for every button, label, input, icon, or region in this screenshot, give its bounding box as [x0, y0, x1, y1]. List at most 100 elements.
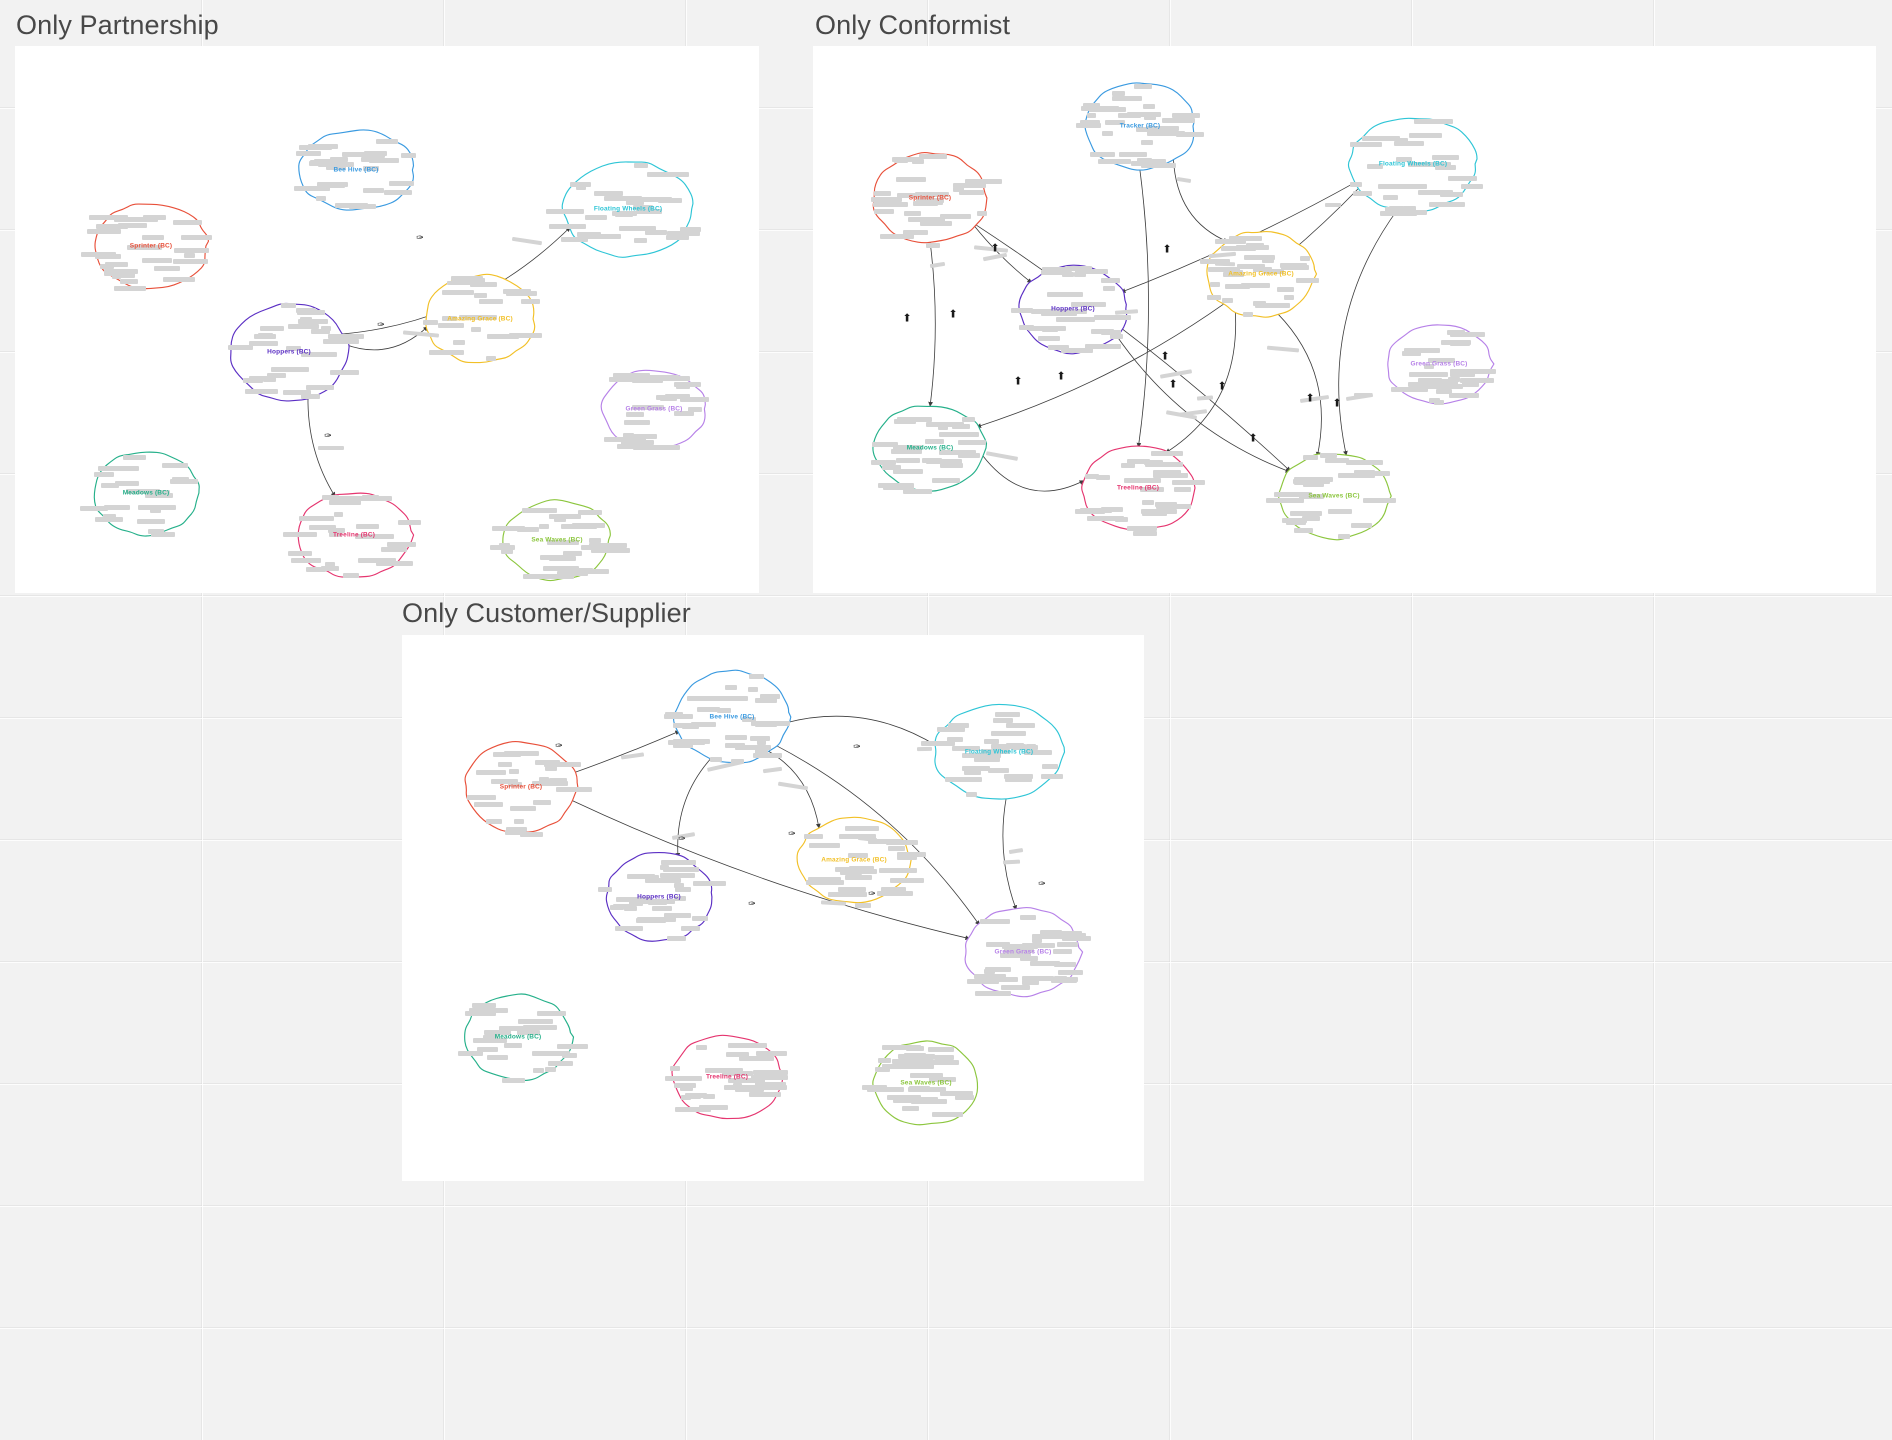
- redacted-text-bar: [1151, 451, 1184, 457]
- bounded-context-label: Sprinter (BC): [908, 194, 952, 202]
- relationship-marker-conformist[interactable]: ⬆: [990, 243, 999, 254]
- redacted-text-bar: [1413, 118, 1453, 124]
- redacted-text-bar: [695, 1045, 707, 1051]
- redacted-text-bar: [988, 768, 1009, 774]
- panel-title-only-partnership: Only Partnership: [16, 10, 219, 40]
- bounded-context-label: Bee Hive (BC): [333, 166, 379, 174]
- relationship-marker-conformist[interactable]: ⬆: [948, 309, 957, 320]
- redacted-text-bar: [330, 157, 348, 163]
- diagram-canvas-only-customer-supplier[interactable]: Sprinter (BC) Bee Hive (BC) Floating Wheel…: [402, 635, 1144, 1181]
- redacted-text-bar: [317, 182, 349, 188]
- redacted-text-bar: [1209, 282, 1221, 287]
- bounded-context-label: Sea Waves (BC): [531, 536, 583, 544]
- relationship-marker-conformist[interactable]: ⬆: [902, 313, 911, 324]
- redacted-text-bar: [1207, 295, 1221, 301]
- relationship-marker-conformist[interactable]: ⬆: [1056, 371, 1065, 382]
- redacted-text-bar: [562, 550, 582, 556]
- redacted-text-bar: [1391, 387, 1429, 393]
- relationship-marker-conformist[interactable]: ⬆: [1160, 351, 1169, 362]
- redacted-text-bar: [919, 154, 948, 160]
- redacted-text-bar: [874, 1067, 890, 1073]
- relationship-marker-conformist[interactable]: ⬆: [1305, 393, 1314, 404]
- redacted-text-bar: [334, 512, 344, 518]
- relationship-marker-customer-supplier[interactable]: ✑: [868, 890, 876, 900]
- redacted-text-bar: [501, 1077, 526, 1083]
- edge-conformist[interactable]: [1276, 312, 1322, 457]
- redacted-text-bar: [398, 520, 422, 526]
- redacted-text-bar: [734, 1086, 764, 1092]
- bounded-context-label: Sprinter (BC): [499, 783, 543, 791]
- redacted-text-bar: [616, 444, 644, 450]
- edge-conformist[interactable]: [1338, 207, 1400, 456]
- redacted-text-bar: [308, 143, 338, 149]
- redacted-text-bar: [1046, 291, 1083, 297]
- redacted-text-bar: [849, 866, 875, 872]
- redacted-text-bar: [1101, 277, 1120, 283]
- redacted-text-bar: [1236, 264, 1265, 270]
- relationship-marker-customer-supplier[interactable]: ✑: [748, 900, 756, 910]
- redacted-text-bar: [532, 1068, 544, 1074]
- redacted-text-bar: [984, 739, 1000, 745]
- edge-customer-supplier[interactable]: [767, 750, 821, 829]
- diagram-svg: [93, 129, 706, 582]
- relationship-marker-partnership[interactable]: ✑: [377, 321, 385, 331]
- relationship-marker-customer-supplier[interactable]: ✑: [788, 830, 796, 840]
- edge-conformist[interactable]: [1173, 158, 1229, 243]
- redacted-text-bar: [539, 524, 549, 530]
- redacted-text-bar: [1052, 948, 1072, 954]
- redacted-text-bar: [1140, 139, 1153, 145]
- redacted-text-bar: [1296, 277, 1319, 283]
- redacted-text-bar: [506, 291, 538, 297]
- redacted-text-bar: [1403, 347, 1441, 353]
- redacted-text-bar: [527, 574, 549, 580]
- redacted-text-bar: [1448, 393, 1480, 399]
- relationship-marker-conformist[interactable]: ⬆: [1168, 379, 1177, 390]
- redacted-text-bar: [473, 292, 487, 298]
- edges-layer: [307, 226, 571, 498]
- redacted-text-bar: [509, 769, 519, 775]
- redacted-text-bar: [518, 1018, 554, 1024]
- redacted-text-bar: [1144, 462, 1183, 468]
- relationship-marker-customer-supplier[interactable]: ✑: [555, 742, 563, 752]
- redacted-text-bar: [1362, 498, 1397, 504]
- edge-conformist[interactable]: [1136, 168, 1149, 448]
- redacted-text-bar: [493, 752, 521, 758]
- relationship-marker-customer-supplier[interactable]: ✑: [678, 835, 686, 845]
- relationship-marker-partnership[interactable]: ✑: [324, 432, 332, 442]
- relationship-marker-customer-supplier[interactable]: ✑: [853, 743, 861, 753]
- redacted-text-bar: [672, 739, 711, 744]
- redacted-text-bar: [172, 220, 203, 226]
- relationship-marker-customer-supplier[interactable]: ✑: [1038, 880, 1046, 890]
- diagram-canvas-only-partnership[interactable]: Sprinter (BC) Bee Hive (BC) Floating Wheel…: [15, 46, 759, 593]
- relationship-marker-conformist[interactable]: ⬆: [1332, 398, 1341, 409]
- redacted-text-bar: [1259, 302, 1281, 308]
- redacted-text-bar: [692, 881, 727, 887]
- redacted-text-bar: [944, 777, 983, 783]
- relationship-marker-conformist[interactable]: ⬆: [1013, 376, 1022, 387]
- redacted-text-bar: [548, 555, 577, 561]
- redacted-text-bar: [920, 220, 953, 226]
- redacted-text-bar: [1040, 929, 1062, 935]
- redacted-text-bar: [1290, 511, 1323, 517]
- bounded-context-label: Floating Wheels (BC): [593, 205, 663, 213]
- redacted-text-bar: [297, 318, 328, 324]
- redacted-text-bar: [1350, 522, 1373, 528]
- redacted-text-bar: [585, 215, 607, 221]
- redacted-text-bar: [141, 518, 165, 524]
- bounded-context-label: Floating Wheels (BC): [964, 748, 1034, 756]
- diagram-canvas-only-conformist[interactable]: Sprinter (BC) Tracker (BC) Floating Wheels…: [813, 46, 1876, 593]
- relationship-marker-conformist[interactable]: ⬆: [1162, 244, 1171, 255]
- redacted-text-bar: [1352, 191, 1373, 197]
- redacted-text-bar: [369, 158, 400, 164]
- relationship-marker-conformist[interactable]: ⬆: [1217, 381, 1226, 392]
- edge-customer-supplier[interactable]: [571, 730, 681, 774]
- edge-conformist[interactable]: [982, 455, 1085, 492]
- panel-title-only-conformist: Only Conformist: [815, 10, 1011, 40]
- redacted-text-bar: [514, 819, 524, 825]
- relationship-marker-partnership[interactable]: ✑: [416, 234, 424, 244]
- redacted-text-bar: [855, 902, 871, 908]
- redacted-edge-label: [318, 445, 345, 450]
- relationship-marker-conformist[interactable]: ⬆: [1248, 433, 1257, 444]
- edge-customer-supplier[interactable]: [786, 715, 938, 747]
- redacted-text-bar: [979, 919, 1010, 924]
